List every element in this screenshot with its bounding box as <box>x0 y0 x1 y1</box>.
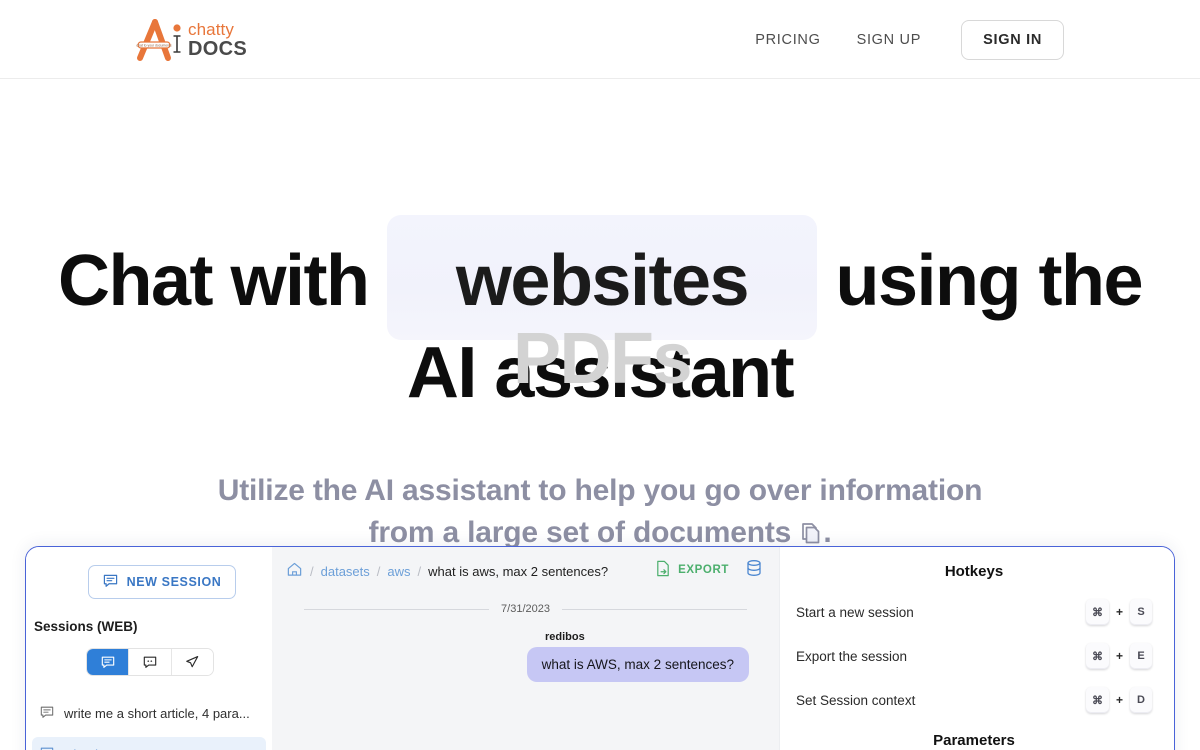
breadcrumb: / datasets / aws / what is aws, max 2 se… <box>272 547 779 581</box>
hotkey-keys: ⌘ + S <box>1085 599 1152 625</box>
app-preview: NEW SESSION Sessions (WEB) write me a sh… <box>25 546 1175 750</box>
list-item[interactable]: write me a short article, 4 para... <box>32 696 266 731</box>
sessions-heading: Sessions (WEB) <box>34 619 138 634</box>
hotkey-label: Set Session context <box>796 692 916 708</box>
segment-send[interactable] <box>171 649 213 675</box>
brand-docs: DOCS <box>188 38 247 60</box>
brand-chatty: chatty <box>188 20 234 39</box>
parameters-title: Parameters <box>933 732 1015 749</box>
svg-text:chat to your documents: chat to your documents <box>136 44 172 48</box>
key-command: ⌘ <box>1085 687 1109 713</box>
message-author: redibos <box>545 631 585 643</box>
chat-bubble-icon <box>40 705 54 722</box>
chat-bubble-icon <box>103 573 118 591</box>
breadcrumb-item-datasets[interactable]: datasets <box>321 564 370 579</box>
export-button[interactable]: EXPORT <box>655 560 729 580</box>
hotkey-keys: ⌘ + E <box>1085 643 1152 669</box>
hotkey-label: Export the session <box>796 648 908 664</box>
word-rotator: websites PDFs <box>386 215 817 399</box>
key-plus: + <box>1115 605 1123 619</box>
hero-subtitle: Utilize the AI assistant to help you go … <box>0 470 1200 557</box>
rotating-word-current: websites <box>455 241 750 321</box>
chat-message-user: redibos what is AWS, max 2 sentences? <box>272 631 779 682</box>
brand-logo[interactable]: chat to your documents chatty DOCS <box>134 16 247 62</box>
key-letter: D <box>1130 687 1152 713</box>
breadcrumb-current: what is aws, max 2 sentences? <box>428 563 609 579</box>
headline-prefix: Chat with <box>58 241 370 321</box>
key-letter: E <box>1130 643 1152 669</box>
list-item[interactable]: what is AWS, max 2 sentences? <box>32 737 266 750</box>
message-bubble: what is AWS, max 2 sentences? <box>526 647 749 682</box>
breadcrumb-separator: / <box>417 563 422 579</box>
new-session-label: NEW SESSION <box>126 575 222 589</box>
hotkey-row: Start a new session ⌘ + S <box>796 590 1152 634</box>
hotkeys-title: Hotkeys <box>944 563 1004 580</box>
site-header: chat to your documents chatty DOCS PRICI… <box>0 0 1200 79</box>
hotkey-label: Start a new session <box>796 604 914 620</box>
headline-suffix: using the <box>835 241 1144 321</box>
hero-headline: Chat with websites PDFs using the AI ass… <box>0 215 1200 419</box>
new-session-button[interactable]: NEW SESSION <box>88 565 236 599</box>
home-icon[interactable] <box>286 561 303 581</box>
app-chat-area: / datasets / aws / what is aws, max 2 se… <box>272 547 779 750</box>
file-export-icon <box>655 560 671 580</box>
chat-toolbar: EXPORT <box>655 559 763 580</box>
nav-pricing[interactable]: PRICING <box>737 32 838 48</box>
subtitle-line1: Utilize the AI assistant to help you go … <box>217 474 983 507</box>
export-label: EXPORT <box>678 563 729 576</box>
main-nav: PRICING SIGN UP SIGN IN <box>737 0 1200 79</box>
key-plus: + <box>1115 693 1123 707</box>
app-info-panel: Hotkeys Start a new session ⌘ + S Export… <box>779 547 1174 750</box>
hero-section: Chat with websites PDFs using the AI ass… <box>0 79 1200 583</box>
app-sidebar: NEW SESSION Sessions (WEB) write me a sh… <box>26 547 272 750</box>
list-item-label: write me a short article, 4 para... <box>64 706 250 721</box>
key-letter: S <box>1130 599 1152 625</box>
key-plus: + <box>1115 649 1123 663</box>
segment-comment[interactable] <box>129 649 172 675</box>
database-icon[interactable] <box>745 559 763 580</box>
breadcrumb-item-aws[interactable]: aws <box>387 564 410 579</box>
hotkey-row: Export the session ⌘ + E <box>796 634 1152 678</box>
letter-a-logo-icon: chat to your documents <box>134 18 186 62</box>
session-type-segmented-control <box>86 648 214 676</box>
key-command: ⌘ <box>1085 599 1109 625</box>
key-command: ⌘ <box>1085 643 1109 669</box>
subtitle-line2: from a large set of documents <box>368 516 792 549</box>
subtitle-period: . <box>823 516 832 549</box>
segment-chat[interactable] <box>87 649 130 675</box>
sign-in-button[interactable]: SIGN IN <box>961 19 1064 60</box>
breadcrumb-separator: / <box>310 563 314 579</box>
date-divider: 7/31/2023 <box>304 603 747 615</box>
chat-bubble-icon <box>40 746 54 750</box>
brand-wordmark: chatty DOCS <box>188 21 247 62</box>
nav-signup[interactable]: SIGN UP <box>839 32 940 48</box>
landing-page: chat to your documents chatty DOCS PRICI… <box>0 0 1200 750</box>
breadcrumb-separator: / <box>376 563 381 579</box>
hotkey-row: Set Session context ⌘ + D <box>796 678 1152 722</box>
hotkey-keys: ⌘ + D <box>1085 687 1152 713</box>
